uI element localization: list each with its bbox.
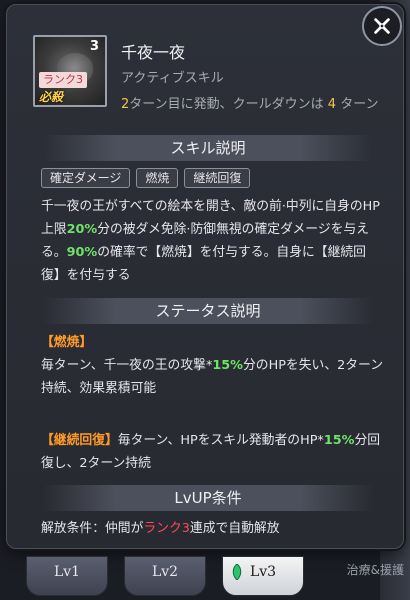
skill-tags: 確定ダメージ 燃焼 継続回復: [41, 168, 251, 188]
desc-pct-2: 90%: [66, 245, 98, 260]
skill-description: 千一夜の王がすべての絵本を開き、敵の前·中列に自身のHP上限20%分の被ダメ免除…: [41, 195, 383, 287]
tab-label: Lv2: [151, 564, 179, 580]
lvup-text-2: 連成で自動解放: [189, 521, 280, 536]
status-burn-body: 毎ターン、千一夜の王の攻撃*15%分のHPを失い、2ターン持続、効果累積可能: [41, 354, 383, 400]
desc-pct-1: 20%: [66, 222, 98, 237]
trigger-text-1: ターン目に発動、クールダウンは: [129, 97, 324, 112]
tab-lv3[interactable]: Lv3: [222, 556, 304, 596]
close-button[interactable]: [362, 6, 402, 46]
section-skill-desc: スキル説明: [43, 135, 373, 161]
regen-pct: 15%: [323, 433, 355, 448]
skill-icon-tag: 必殺: [39, 90, 64, 104]
status-burn: 【燃焼】 毎ターン、千一夜の王の攻撃*15%分のHPを失い、2ターン持続、効果累…: [41, 331, 383, 400]
lvup-rank: ランク3: [143, 521, 190, 536]
burn-part-1: 毎ターン、千一夜の王の攻撃*: [41, 358, 213, 373]
skill-icon: 3 ランク3 必殺: [33, 35, 107, 107]
status-burn-title: 【燃焼】: [41, 335, 93, 350]
skill-trigger: 2ターン目に発動、クールダウンは 4 ターン: [121, 95, 383, 115]
section-lvup: LvUP条件: [43, 485, 373, 511]
tab-label: Lv1: [53, 564, 81, 580]
background-label: 治療&援護: [346, 563, 404, 577]
status-regen: 【継続回復】毎ターン、HPをスキル発動者のHP*15%分回復し、2ターン持続: [41, 429, 383, 475]
skill-icon-level: 3: [89, 39, 99, 54]
regen-part-1: 毎ターン、HPをスキル発動者のHP*: [117, 433, 324, 448]
tag-item: 燃焼: [136, 168, 179, 188]
section-status-desc: ステータス説明: [43, 298, 373, 324]
skill-type: アクティブスキル: [121, 71, 224, 86]
leaf-icon: [232, 564, 242, 580]
tab-lv1[interactable]: Lv1: [26, 556, 108, 596]
tab-label: Lv3: [249, 564, 277, 580]
skill-name: 千夜一夜: [121, 43, 186, 62]
tab-lv2[interactable]: Lv2: [124, 556, 206, 596]
skill-detail-panel: 3 ランク3 必殺 千夜一夜 アクティブスキル 2ターン目に発動、クールダウンは…: [6, 4, 404, 549]
lvup-condition: 解放条件：仲間がランク3連成で自動解放: [41, 517, 383, 540]
burn-pct: 15%: [212, 358, 243, 373]
status-regen-title: 【継続回復】: [41, 433, 118, 448]
close-icon: [374, 18, 390, 34]
level-tabs: Lv1 Lv2 Lv3: [26, 556, 304, 596]
tag-item: 継続回復: [184, 168, 251, 188]
cooldown-value: 4: [327, 97, 337, 112]
trigger-text-2: ターン: [340, 97, 379, 112]
skill-icon-rank: ランク3: [39, 72, 87, 88]
tag-item: 確定ダメージ: [41, 168, 131, 188]
lvup-text-1: 解放条件：仲間が: [41, 521, 144, 536]
